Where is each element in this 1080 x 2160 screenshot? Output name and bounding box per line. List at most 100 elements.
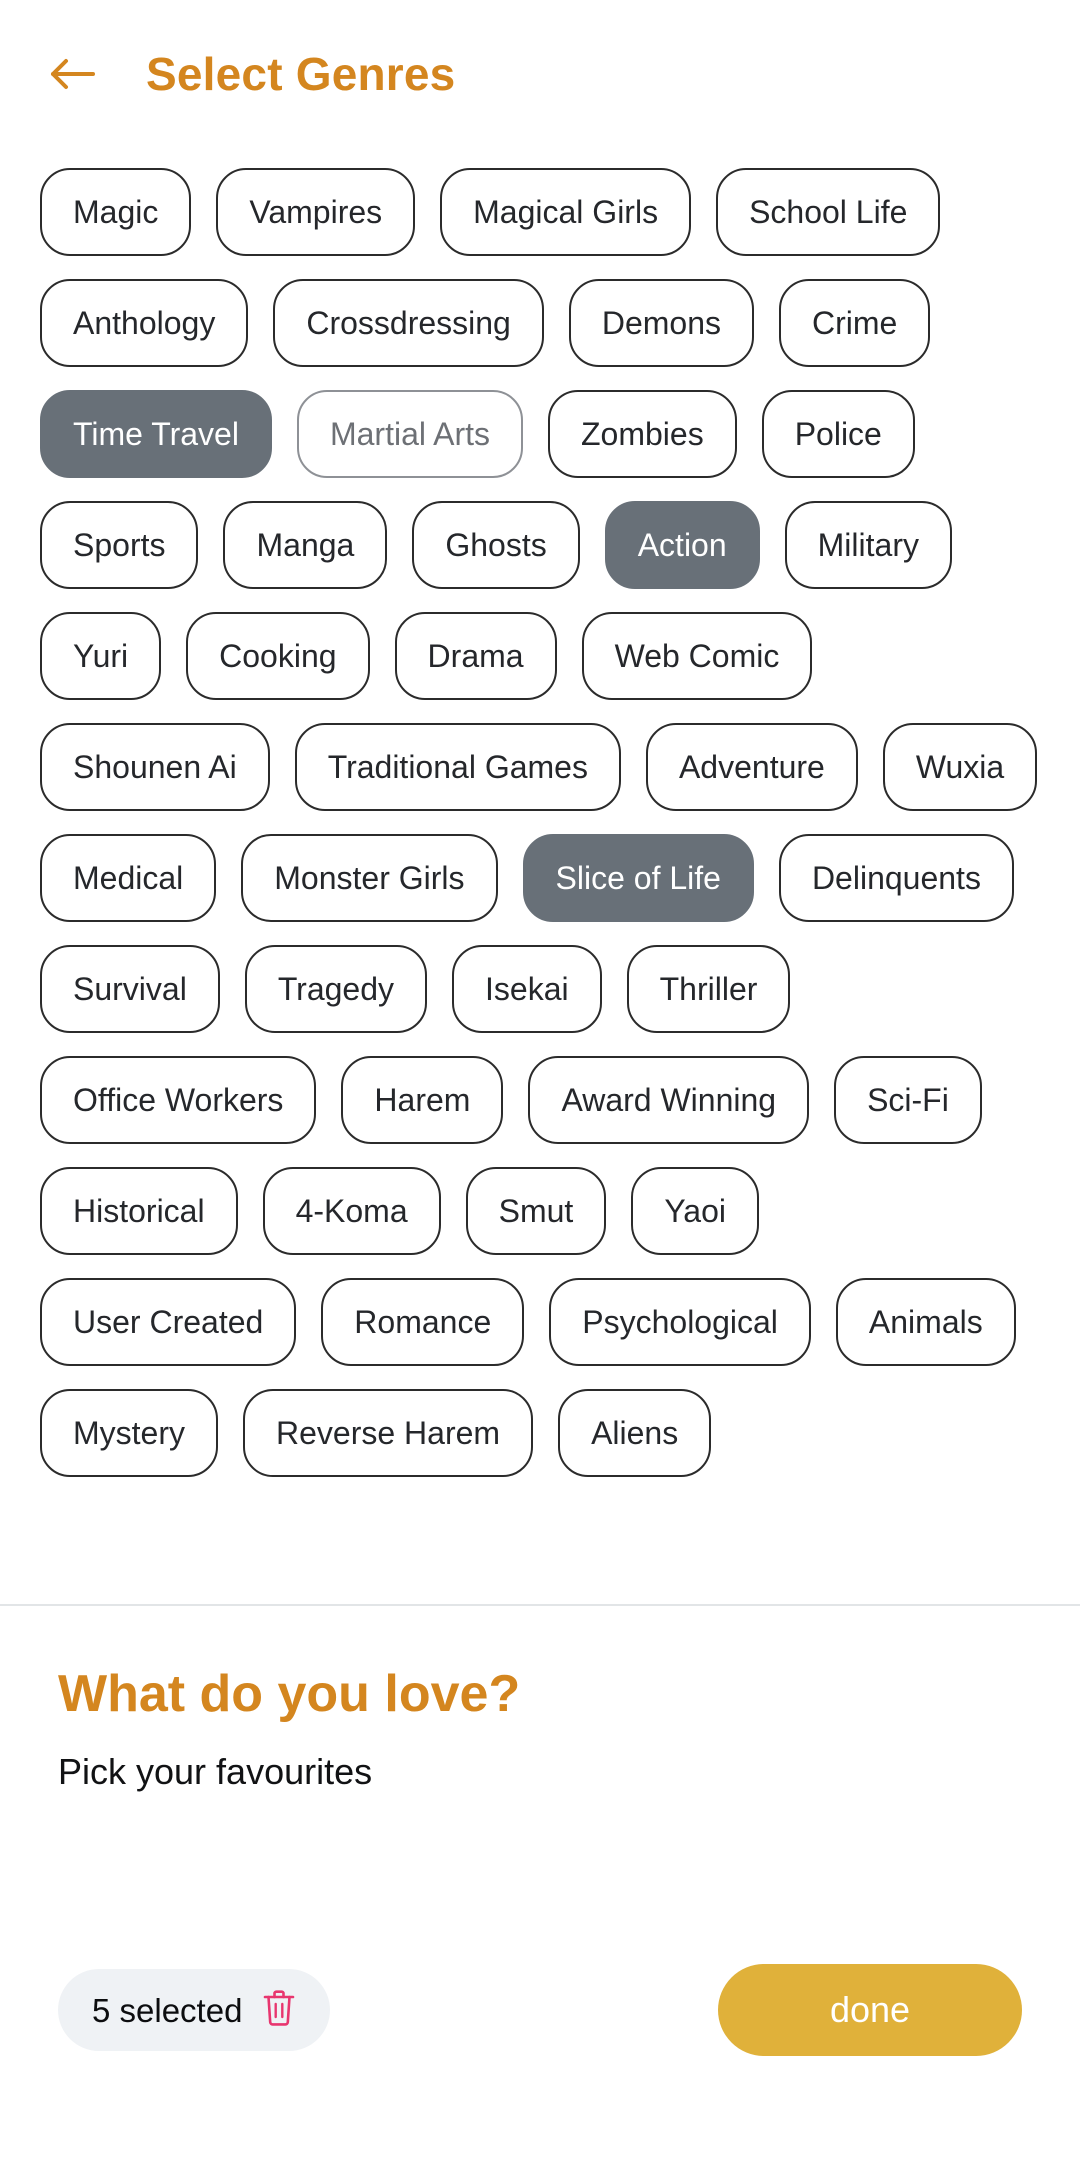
genre-chip[interactable]: Shounen Ai bbox=[40, 723, 270, 811]
genre-chip[interactable]: Delinquents bbox=[778, 834, 1014, 922]
panel-actions: 5 selected done bbox=[58, 1964, 1022, 2056]
genre-chip-label: User Created bbox=[73, 1304, 264, 1340]
genre-chip[interactable]: Sci-Fi bbox=[834, 1056, 982, 1144]
genre-chip-group: Magic Vampires Magical Girls School Life Ant… bbox=[40, 168, 1040, 1477]
genre-chip[interactable]: Sports bbox=[40, 501, 199, 589]
genre-chip-label: Thriller bbox=[659, 971, 758, 1007]
genre-chip-label: Martial Arts bbox=[329, 416, 490, 452]
genre-chip[interactable]: User Created bbox=[40, 1278, 297, 1366]
genre-chip[interactable]: Office Workers bbox=[40, 1056, 317, 1144]
genre-chip-label: Magical Girls bbox=[473, 194, 659, 230]
genre-chip-label: Vampires bbox=[249, 194, 383, 230]
genre-chip-label: Tragedy bbox=[277, 971, 395, 1007]
genre-chip[interactable]: Harem bbox=[341, 1056, 504, 1144]
genre-chip[interactable]: School Life bbox=[716, 168, 941, 256]
genre-chip[interactable]: Vampires bbox=[216, 168, 416, 256]
genre-chip-label: Action bbox=[637, 527, 727, 563]
genre-chip[interactable]: Historical bbox=[40, 1167, 238, 1255]
genre-chip-label: Sci-Fi bbox=[867, 1082, 949, 1118]
genre-chip[interactable]: Martial Arts bbox=[296, 390, 523, 478]
genre-chip[interactable]: Monster Girls bbox=[241, 834, 498, 922]
genre-chip-label: Crime bbox=[812, 305, 898, 341]
genre-chip-label: Ghosts bbox=[445, 527, 547, 563]
genre-chip-label: Time Travel bbox=[73, 416, 239, 452]
genre-chip[interactable]: 4-Koma bbox=[262, 1167, 441, 1255]
genre-chip[interactable]: Cooking bbox=[186, 612, 370, 700]
genre-chip[interactable]: Isekai bbox=[452, 945, 602, 1033]
genre-chip-label: Psychological bbox=[582, 1304, 778, 1340]
genre-chip-label: Crossdressing bbox=[306, 305, 511, 341]
genre-chip-label: Cooking bbox=[219, 638, 337, 674]
genre-chip-label: Survival bbox=[73, 971, 187, 1007]
back-button[interactable] bbox=[40, 42, 104, 106]
genre-chip[interactable]: Romance bbox=[321, 1278, 525, 1366]
app-header: Select Genres bbox=[0, 0, 1080, 148]
genre-chip-label: Drama bbox=[427, 638, 524, 674]
genre-chip-label: Smut bbox=[498, 1193, 574, 1229]
genre-chip[interactable]: Manga bbox=[223, 501, 388, 589]
genre-chip[interactable]: Traditional Games bbox=[294, 723, 621, 811]
genre-chip[interactable]: Military bbox=[784, 501, 952, 589]
genre-chip[interactable]: Zombies bbox=[547, 390, 737, 478]
genre-chip-label: Zombies bbox=[580, 416, 704, 452]
genre-chip[interactable]: Adventure bbox=[645, 723, 858, 811]
genre-chip-label: Reverse Harem bbox=[276, 1415, 501, 1451]
genre-chip[interactable]: Survival bbox=[40, 945, 220, 1033]
genre-chip-label: Historical bbox=[73, 1193, 205, 1229]
genre-chip[interactable]: Thriller bbox=[626, 945, 791, 1033]
genre-chip-label: Aliens bbox=[591, 1415, 679, 1451]
selected-count-label: 5 selected bbox=[92, 1991, 243, 2029]
genre-chip-label: Delinquents bbox=[811, 860, 981, 896]
genre-chip[interactable]: Time Travel bbox=[40, 390, 272, 478]
done-button[interactable]: done bbox=[718, 1964, 1022, 2056]
genre-chip[interactable]: Psychological bbox=[549, 1278, 811, 1366]
genre-chip[interactable]: Action bbox=[604, 501, 760, 589]
genre-chip[interactable]: Magic bbox=[40, 168, 192, 256]
trash-icon[interactable] bbox=[262, 1989, 296, 2032]
genre-chip-label: Adventure bbox=[678, 749, 825, 785]
genre-chip-label: Yuri bbox=[73, 638, 129, 674]
genre-chip[interactable]: Crossdressing bbox=[273, 279, 544, 367]
genre-chip[interactable]: Crime bbox=[779, 279, 931, 367]
genre-chip-label: Harem bbox=[374, 1082, 471, 1118]
genre-chip[interactable]: Animals bbox=[835, 1278, 1016, 1366]
genre-chip[interactable]: Mystery bbox=[40, 1389, 218, 1477]
panel-title: What do you love? bbox=[58, 1665, 521, 1723]
select-genres-screen: Select Genres Magic Vampires Magical Girls… bbox=[0, 0, 1080, 2160]
genre-chip-label: Isekai bbox=[485, 971, 569, 1007]
genre-chip-label: Web Comic bbox=[614, 638, 780, 674]
genre-chip[interactable]: Yaoi bbox=[631, 1167, 759, 1255]
genre-chip-label: Monster Girls bbox=[274, 860, 465, 896]
genre-chip[interactable]: Medical bbox=[40, 834, 217, 922]
genre-chip[interactable]: Aliens bbox=[558, 1389, 712, 1477]
genre-chip[interactable]: Demons bbox=[568, 279, 754, 367]
genre-chip-label: Anthology bbox=[73, 305, 216, 341]
genre-chip[interactable]: Smut bbox=[465, 1167, 607, 1255]
genre-chip-label: Magic bbox=[73, 194, 159, 230]
genre-chip-label: Romance bbox=[354, 1304, 492, 1340]
genre-chip[interactable]: Anthology bbox=[40, 279, 249, 367]
genre-chip[interactable]: Tragedy bbox=[244, 945, 428, 1033]
genre-chip-label: 4-Koma bbox=[295, 1193, 408, 1229]
genre-chip-label: Award Winning bbox=[561, 1082, 777, 1118]
genre-chip[interactable]: Yuri bbox=[40, 612, 162, 700]
genre-chip-label: Demons bbox=[601, 305, 721, 341]
panel-subtitle: Pick your favourites bbox=[58, 1751, 373, 1792]
genre-chip[interactable]: Wuxia bbox=[882, 723, 1038, 811]
genre-chip-label: Mystery bbox=[73, 1415, 185, 1451]
genre-chip-label: Traditional Games bbox=[327, 749, 588, 785]
genre-chip[interactable]: Web Comic bbox=[581, 612, 813, 700]
genre-chip[interactable]: Police bbox=[761, 390, 915, 478]
genre-chip[interactable]: Reverse Harem bbox=[243, 1389, 534, 1477]
genre-chip-label: Shounen Ai bbox=[73, 749, 237, 785]
genre-chip[interactable]: Magical Girls bbox=[440, 168, 692, 256]
genre-chip[interactable]: Slice of Life bbox=[522, 834, 754, 922]
genre-chip[interactable]: Drama bbox=[394, 612, 557, 700]
selected-count-badge[interactable]: 5 selected bbox=[58, 1969, 331, 2051]
genre-list-scroll[interactable]: Magic Vampires Magical Girls School Life Ant… bbox=[0, 148, 1080, 1604]
genre-chip[interactable]: Award Winning bbox=[528, 1056, 810, 1144]
genre-chip[interactable]: Ghosts bbox=[412, 501, 580, 589]
arrow-left-icon bbox=[48, 54, 96, 94]
bottom-panel: What do you love? Pick your favourites 5… bbox=[0, 1604, 1080, 2160]
genre-chip-label: Slice of Life bbox=[555, 860, 721, 896]
